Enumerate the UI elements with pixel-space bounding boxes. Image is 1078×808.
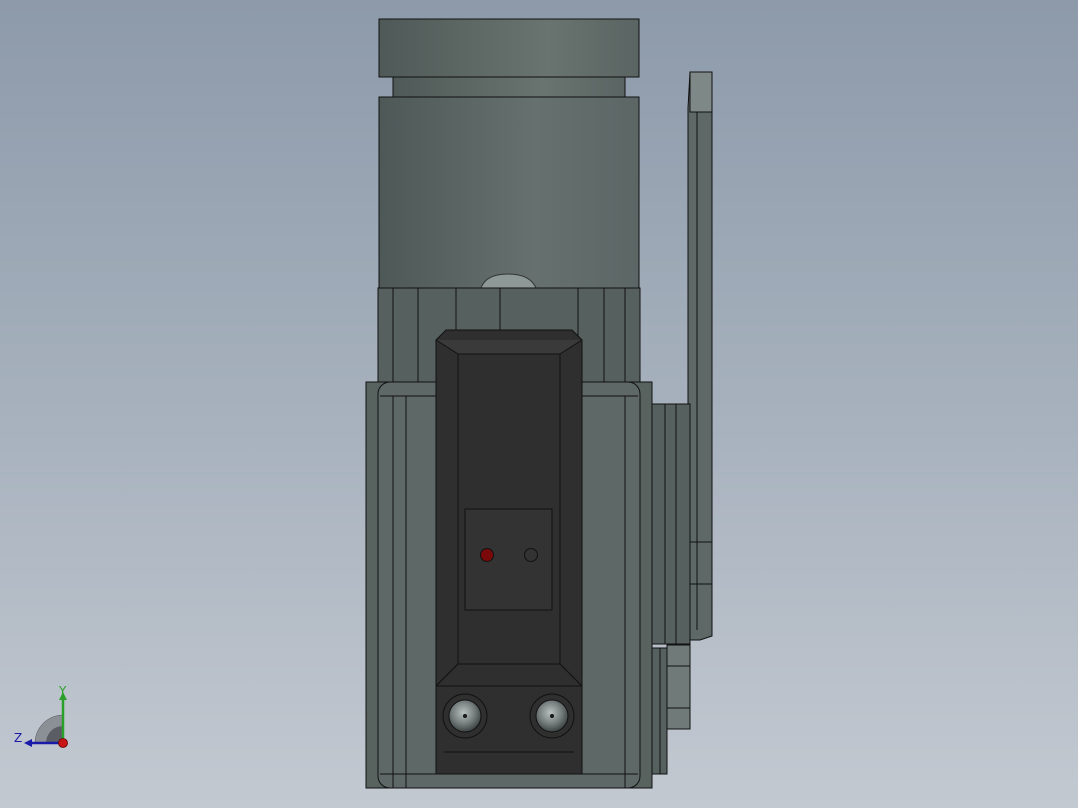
x-axis-dot (58, 738, 68, 748)
y-axis-label: Y (58, 684, 67, 698)
model-view[interactable] (0, 0, 1078, 808)
cylinder-cap (378, 18, 640, 78)
indicator-panel (464, 508, 553, 611)
orientation-triad[interactable]: Y Z (10, 684, 80, 754)
cylinder-body (378, 96, 640, 289)
hex-nut (666, 644, 691, 730)
cad-viewport[interactable]: Y Z (0, 0, 1078, 808)
cylinder-neck (392, 76, 626, 98)
z-axis-label: Z (14, 731, 22, 745)
led-indicator-off (524, 548, 538, 562)
led-indicator-red (480, 548, 494, 562)
